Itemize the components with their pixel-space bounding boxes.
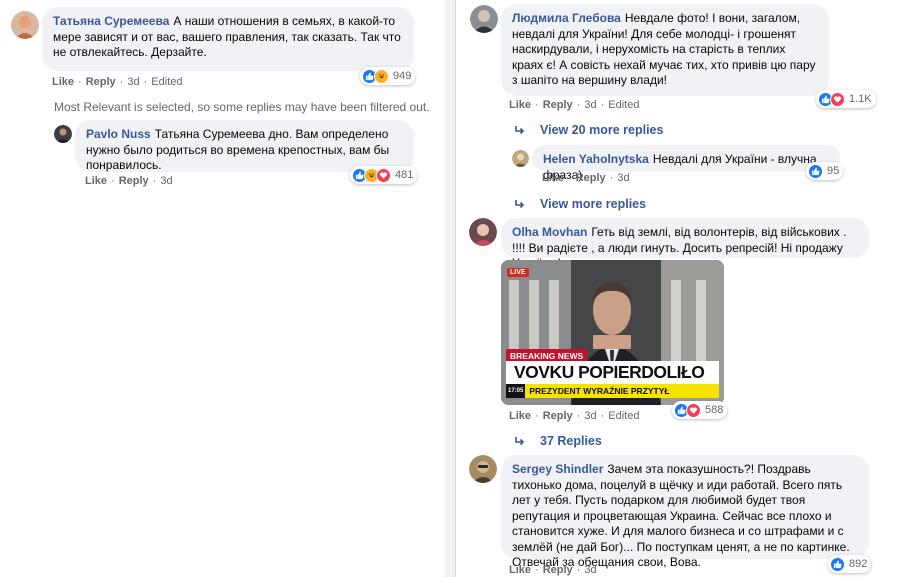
like-button[interactable]: Like xyxy=(85,175,107,187)
avatar[interactable] xyxy=(469,218,497,246)
reply-button[interactable]: Reply xyxy=(119,175,149,187)
avatar[interactable] xyxy=(54,125,72,143)
reaction-summary[interactable]: 481 xyxy=(350,166,418,184)
subheadline-text: PREZYDENT WYRAŹNIE PRZYTYŁ xyxy=(529,386,670,396)
left-comments-pane: Татьяна Суремеева А наши отношения в семь… xyxy=(0,0,445,577)
comment-actions: Like · Reply · 3d xyxy=(85,175,173,187)
news-clock: 17:05 xyxy=(506,384,526,398)
comment-author[interactable]: Olha Movhan xyxy=(512,225,587,239)
view-more-replies-link[interactable]: View more replies xyxy=(514,197,646,211)
view-more-replies-link[interactable]: View 20 more replies xyxy=(514,123,663,137)
comment-time[interactable]: 3d xyxy=(584,99,596,111)
subheadline-bar: 17:05 PREZYDENT WYRAŹNIE PRZYTYŁ xyxy=(506,384,719,398)
comment-time[interactable]: 3d xyxy=(160,175,172,187)
like-icon xyxy=(808,163,823,179)
reply-button[interactable]: Reply xyxy=(543,99,573,111)
comment-text: Зачем эта показушность?! Поздравь тихонь… xyxy=(512,462,850,569)
headline-banner: VOVKU POPIERDOLIŁO xyxy=(506,361,719,384)
reaction-summary[interactable]: 949 xyxy=(360,67,416,85)
comment-time[interactable]: 3d xyxy=(584,564,596,576)
reply-arrow-icon xyxy=(515,126,525,135)
comment-author[interactable]: Helen Yaholnytska xyxy=(543,152,649,166)
reply-button[interactable]: Reply xyxy=(86,76,116,88)
reply-bubble: Pavlo Nuss Татьяна Суремеева дно. Вам опр… xyxy=(75,120,414,172)
reply-button[interactable]: Reply xyxy=(543,410,573,422)
avatar[interactable] xyxy=(11,11,39,39)
reaction-count: 1.1K xyxy=(849,93,872,105)
reply-arrow-icon xyxy=(515,437,525,446)
comment-actions: Like · Reply · 3d · Edited xyxy=(509,410,640,422)
comment-image[interactable]: LIVE BREAKING NEWS VOVKU POPIERDOLIŁO 17… xyxy=(501,260,724,405)
comment-author[interactable]: Sergey Shindler xyxy=(512,462,603,476)
avatar[interactable] xyxy=(469,455,497,483)
like-button[interactable]: Like xyxy=(542,172,564,184)
comment-time[interactable]: 3d xyxy=(127,76,139,88)
reaction-count: 949 xyxy=(393,70,412,82)
reaction-summary[interactable]: 1.1K xyxy=(816,90,876,108)
like-button[interactable]: Like xyxy=(509,410,531,422)
like-button[interactable]: Like xyxy=(509,564,531,576)
comment-bubble: Татьяна Суремеева А наши отношения в семь… xyxy=(42,7,414,71)
comment-time[interactable]: 3d xyxy=(584,410,596,422)
comment-actions: Like · Reply · 3d · Edited xyxy=(52,76,183,88)
reaction-summary[interactable]: 95 xyxy=(806,162,844,180)
filter-notice: Most Relevant is selected, so some repli… xyxy=(54,100,430,114)
avatar[interactable] xyxy=(470,5,498,33)
love-icon xyxy=(830,91,845,107)
haha-icon xyxy=(374,68,389,84)
view-more-label: View 20 more replies xyxy=(540,123,664,137)
edited-label[interactable]: Edited xyxy=(608,99,639,111)
like-icon xyxy=(830,556,845,572)
love-icon xyxy=(686,402,701,418)
comment-author[interactable]: Pavlo Nuss xyxy=(86,127,151,141)
avatar[interactable] xyxy=(512,150,529,167)
like-button[interactable]: Like xyxy=(52,76,74,88)
reaction-count: 95 xyxy=(827,165,840,177)
comment-author[interactable]: Людмила Глебова xyxy=(512,11,621,25)
love-icon xyxy=(376,167,391,183)
view-more-label: View more replies xyxy=(540,197,647,211)
edited-label[interactable]: Edited xyxy=(608,410,639,422)
live-badge: LIVE xyxy=(507,268,529,277)
edited-label[interactable]: Edited xyxy=(151,76,182,88)
reply-button[interactable]: Reply xyxy=(543,564,573,576)
comment-author[interactable]: Татьяна Суремеева xyxy=(53,14,169,28)
comment-actions: Like · Reply · 3d xyxy=(542,172,630,184)
comment-bubble: Olha Movhan Геть від землі, від волонтері… xyxy=(501,218,869,270)
feed-divider xyxy=(445,0,455,577)
comment-bubble: Sergey Shindler Зачем эта показушность?! … xyxy=(501,455,869,569)
reply-arrow-icon xyxy=(515,200,525,209)
comment-actions: Like · Reply · 3d xyxy=(509,564,597,576)
comment-time[interactable]: 3d xyxy=(617,172,629,184)
reaction-count: 892 xyxy=(849,558,868,570)
view-replies-link[interactable]: 37 Replies xyxy=(514,434,602,448)
like-button[interactable]: Like xyxy=(509,99,531,111)
comment-bubble: Людмила Глебова Невдале фото! І вони, заг… xyxy=(501,4,829,96)
reply-button[interactable]: Reply xyxy=(576,172,606,184)
reaction-summary[interactable]: 588 xyxy=(672,401,728,419)
right-comments-pane: Людмила Глебова Невдале фото! І вони, заг… xyxy=(455,0,900,577)
reply-bubble: Helen Yaholnytska Невдалі для України - в… xyxy=(532,145,840,182)
view-replies-label: 37 Replies xyxy=(540,434,602,448)
reaction-count: 588 xyxy=(705,404,724,416)
reaction-summary[interactable]: 892 xyxy=(828,555,872,573)
reaction-count: 481 xyxy=(395,169,414,181)
comment-actions: Like · Reply · 3d · Edited xyxy=(509,99,640,111)
